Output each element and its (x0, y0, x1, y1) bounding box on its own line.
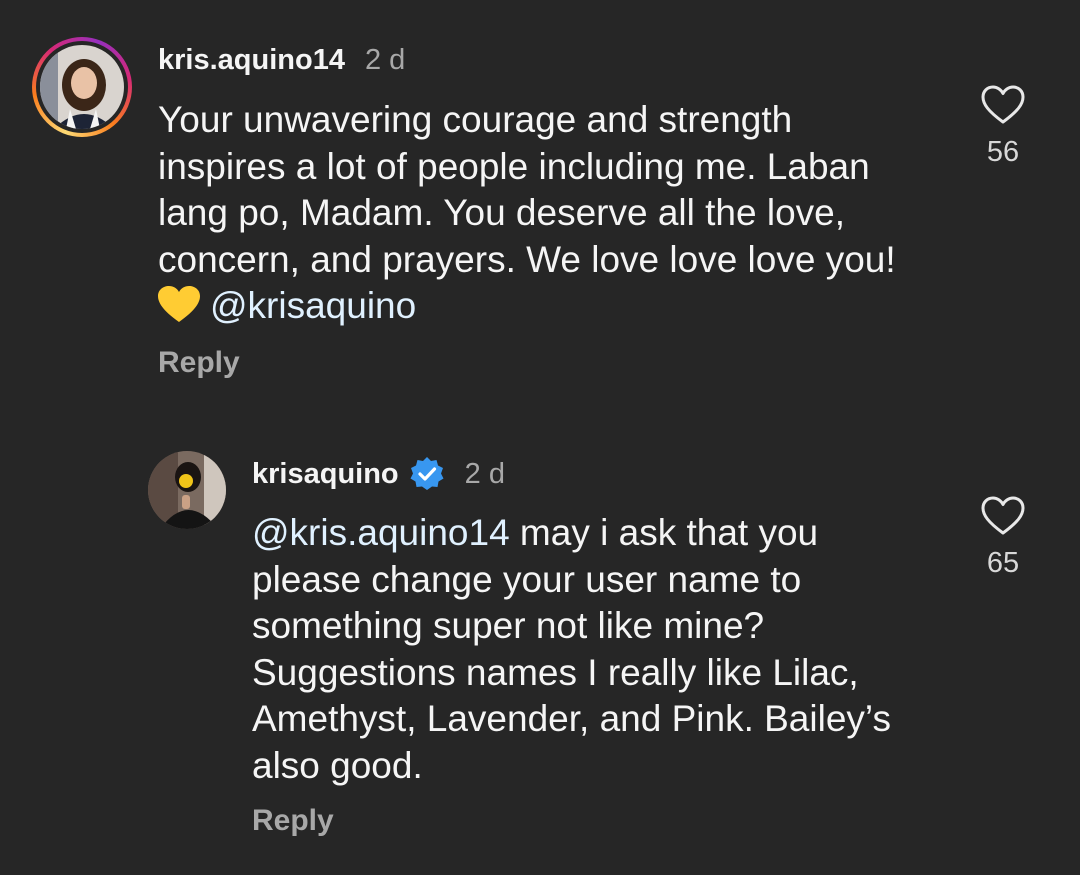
verified-badge-icon (409, 456, 445, 492)
like-count: 65 (986, 547, 1020, 579)
comment-line-text: may i ask that you (509, 512, 819, 553)
avatar[interactable] (148, 451, 226, 529)
comment-line: something super not like mine? (252, 605, 765, 646)
comment-line: also good. (252, 744, 423, 786)
timestamp: 2 d (364, 44, 406, 76)
comment-text: Your unwavering courage and strength ins… (158, 97, 896, 330)
comment-line: Your unwavering courage and strength (158, 99, 793, 140)
comment-line: inspires a lot of people including me. L… (158, 145, 870, 187)
like-count: 56 (986, 136, 1020, 168)
comment-line: please change your user name to (252, 558, 802, 600)
comment-line: Suggestions names I really like Lilac, (252, 651, 859, 693)
username[interactable]: krisaquino (252, 458, 399, 491)
comment-text: @kris.aquino14 may i ask that you please… (252, 510, 891, 789)
mention-link[interactable]: @krisaquino (210, 285, 416, 326)
timestamp: 2 d (464, 457, 505, 490)
comment-line: lang po, Madam. You deserve all the love… (158, 192, 846, 233)
heart-outline-icon (981, 496, 1025, 535)
comment-header: kris.aquino14 2 d (158, 44, 405, 77)
comment-line: @kris.aquino14 may i ask that you (252, 510, 891, 557)
username[interactable]: kris.aquino14 (158, 44, 345, 77)
comment-line: concern, and prayers. We love love love … (158, 238, 896, 280)
yellow-heart-icon (158, 286, 200, 324)
comment-line: Amethyst, Lavender, and Pink. Bailey’s (252, 698, 891, 739)
reply-button[interactable]: Reply (252, 804, 334, 838)
heart-outline-icon (981, 85, 1025, 124)
comments-thread: kris.aquino14 2 d Your unwavering courag… (0, 0, 1080, 875)
comment-header: krisaquino 2 d (252, 456, 505, 492)
reply-button[interactable]: Reply (158, 346, 240, 380)
avatar[interactable] (40, 45, 124, 129)
comment-line: @krisaquino (158, 283, 896, 330)
like-button[interactable]: 56 (973, 84, 1033, 169)
mention-link[interactable]: @kris.aquino14 (252, 512, 510, 553)
like-button[interactable]: 65 (973, 495, 1033, 580)
